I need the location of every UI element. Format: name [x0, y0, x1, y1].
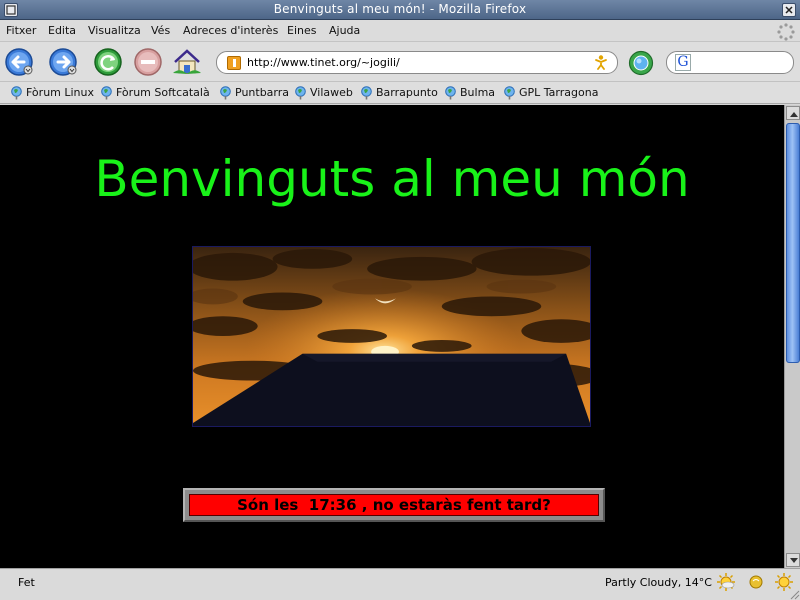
- bookmark-globe-icon: [11, 86, 22, 100]
- url-input[interactable]: [247, 55, 587, 70]
- url-bar[interactable]: [216, 51, 618, 74]
- page-content[interactable]: Benvinguts al meu món Són les 17:36 , no…: [0, 105, 784, 568]
- sun-icon[interactable]: [746, 572, 766, 592]
- arrow-down-icon: [790, 558, 798, 563]
- site-favicon-icon: [227, 56, 241, 70]
- google-search-engine-icon[interactable]: G: [675, 54, 691, 71]
- page-heading: Benvinguts al meu món: [94, 150, 690, 208]
- throbber-icon: [777, 23, 795, 41]
- bookmark-item[interactable]: Vilaweb: [294, 86, 353, 101]
- bookmark-label: Fòrum Softcatalà: [116, 86, 210, 99]
- bookmark-item[interactable]: Bulma: [444, 86, 495, 101]
- status-bar: Fet Partly Cloudy, 14°C: [0, 568, 800, 600]
- window-titlebar: Benvinguts al meu món! - Mozilla Firefox: [0, 0, 800, 20]
- window-close-button[interactable]: [782, 3, 796, 17]
- clock-widget: Són les 17:36 , no estaràs fent tard?: [183, 488, 605, 522]
- bookmark-label: GPL Tarragona: [519, 86, 599, 99]
- close-icon: [785, 6, 793, 14]
- vertical-scrollbar[interactable]: [784, 105, 800, 568]
- navigation-toolbar: G: [0, 42, 800, 82]
- window-title: Benvinguts al meu món! - Mozilla Firefox: [273, 2, 527, 16]
- menu-help[interactable]: Ajuda: [329, 24, 360, 37]
- arrow-up-icon: [790, 112, 798, 117]
- bookmark-label: Bulma: [460, 86, 496, 99]
- scroll-down-button[interactable]: [786, 553, 800, 567]
- menu-edit[interactable]: Edita: [48, 24, 76, 37]
- bookmark-item[interactable]: Puntbarra: [219, 86, 289, 101]
- bookmark-label: Fòrum Linux: [26, 86, 95, 99]
- bookmark-globe-icon: [295, 86, 306, 100]
- go-button[interactable]: [628, 50, 654, 76]
- bookmark-item[interactable]: Fòrum Softcatalà: [100, 86, 210, 101]
- reload-button[interactable]: [93, 47, 123, 77]
- bookmark-globe-icon: [220, 86, 231, 100]
- menu-bar: Fitxer Edita Visualitza Vés Adreces d'in…: [0, 20, 800, 42]
- weather-text[interactable]: Partly Cloudy, 14°C: [605, 576, 712, 589]
- bookmarks-toolbar: Fòrum Linux Fòrum Softcatalà Puntbarra V…: [0, 82, 800, 104]
- bookmark-label: Barrapunto: [376, 86, 438, 99]
- search-input[interactable]: [695, 55, 787, 70]
- resize-grip-icon[interactable]: [788, 588, 800, 600]
- menu-go[interactable]: Vés: [151, 24, 170, 37]
- bookmark-item[interactable]: GPL Tarragona: [503, 86, 598, 101]
- home-button[interactable]: [172, 47, 202, 77]
- bookmark-globe-icon: [101, 86, 112, 100]
- status-text: Fet: [18, 576, 35, 589]
- weather-sun-icon[interactable]: [716, 572, 736, 592]
- bookmark-item[interactable]: Barrapunto: [360, 86, 438, 101]
- bookmark-globe-icon: [445, 86, 456, 100]
- bookmark-globe-icon: [361, 86, 372, 100]
- bookmark-label: Puntbarra: [235, 86, 290, 99]
- menu-file[interactable]: Fitxer: [6, 24, 36, 37]
- stop-button[interactable]: [133, 47, 163, 77]
- menu-bookmarks[interactable]: Adreces d'interès: [183, 24, 278, 37]
- back-button[interactable]: [4, 47, 34, 77]
- menu-tools[interactable]: Eines: [287, 24, 316, 37]
- feed-icon[interactable]: [593, 54, 609, 70]
- menu-view[interactable]: Visualitza: [88, 24, 141, 37]
- sunset-monolith-image: [192, 246, 591, 427]
- forward-button[interactable]: [48, 47, 78, 77]
- clock-display: Són les 17:36 , no estaràs fent tard?: [189, 494, 599, 516]
- scrollbar-thumb[interactable]: [786, 123, 800, 363]
- bookmark-item[interactable]: Fòrum Linux: [10, 86, 94, 101]
- search-bar[interactable]: G: [666, 51, 794, 74]
- clock-text: Són les 17:36 , no estaràs fent tard?: [237, 496, 551, 514]
- bookmark-globe-icon: [504, 86, 515, 100]
- bookmark-label: Vilaweb: [310, 86, 353, 99]
- scroll-up-button[interactable]: [786, 106, 800, 120]
